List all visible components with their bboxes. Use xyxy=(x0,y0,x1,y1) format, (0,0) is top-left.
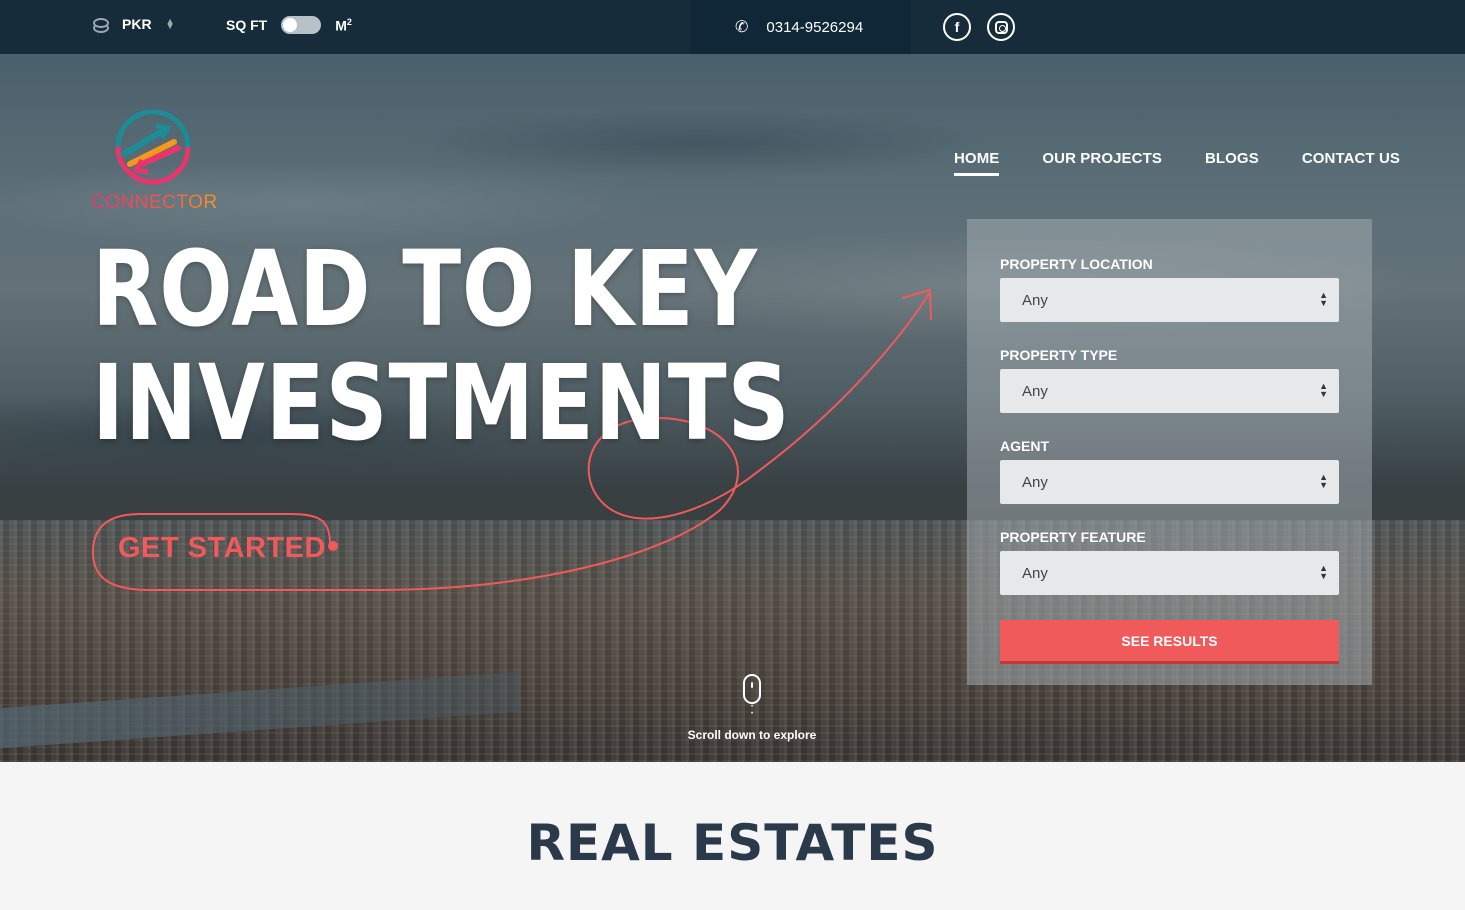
unit-m2-label: M2 xyxy=(335,16,352,34)
social-links: f xyxy=(943,13,1015,41)
hero-headline: ROAD TO KEY INVESTMENTS xyxy=(92,232,790,460)
property-type-value: Any xyxy=(1022,382,1048,400)
unit-switcher: SQ FT M2 xyxy=(226,16,352,34)
see-results-button[interactable]: SEE RESULTS xyxy=(1000,620,1339,664)
headline-line-2: INVESTMENTS xyxy=(92,342,791,464)
nav-home[interactable]: HOME xyxy=(954,150,1000,176)
property-feature-label: PROPERTY FEATURE xyxy=(1000,529,1146,545)
phone-block[interactable]: ✆ 0314-9526294 xyxy=(691,0,911,54)
property-location-select[interactable]: Any ▲ ▼ xyxy=(1000,278,1339,322)
select-caret-icon: ▲ ▼ xyxy=(1319,472,1328,490)
property-type-label: PROPERTY TYPE xyxy=(1000,347,1118,363)
property-type-select[interactable]: Any ▲ ▼ xyxy=(1000,369,1339,413)
select-caret-icon: ▲ ▼ xyxy=(1319,563,1328,581)
currency-selector[interactable]: PKR ▲ ▼ xyxy=(92,16,175,33)
main-nav: HOME OUR PROJECTS BLOGS CONTACT US xyxy=(954,150,1400,176)
section-title: REAL ESTATES xyxy=(526,814,939,872)
phone-icon: ✆ xyxy=(735,19,749,36)
select-caret-icon: ▲ ▼ xyxy=(1319,290,1328,308)
select-caret-icon: ▲ ▼ xyxy=(1319,381,1328,399)
nav-contact-us[interactable]: CONTACT US xyxy=(1302,150,1400,176)
property-search-panel: PROPERTY LOCATION Any ▲ ▼ PROPERTY TYPE A… xyxy=(967,219,1372,685)
top-bar: PKR ▲ ▼ SQ FT M2 ✆ 0314-9526294 f xyxy=(0,0,1465,54)
property-location-label: PROPERTY LOCATION xyxy=(1000,256,1153,272)
nav-our-projects[interactable]: OUR PROJECTS xyxy=(1042,150,1162,176)
sort-updown-icon: ▲ ▼ xyxy=(165,16,175,31)
unit-toggle[interactable] xyxy=(281,16,322,34)
agent-value: Any xyxy=(1022,473,1048,491)
instagram-icon[interactable] xyxy=(987,13,1015,41)
scroll-dots: • • xyxy=(750,704,754,717)
phone-number: 0314-9526294 xyxy=(766,18,864,36)
logo-mark-icon xyxy=(115,109,191,185)
headline-line-1: ROAD TO KEY xyxy=(92,228,758,350)
agent-label: AGENT xyxy=(1000,438,1049,454)
scroll-text: Scroll down to explore xyxy=(687,728,817,742)
currency-label: PKR xyxy=(122,16,152,32)
logo-text: CONNECTOR xyxy=(91,192,218,213)
mouse-icon xyxy=(743,674,761,704)
get-started-button[interactable]: GET STARTED xyxy=(118,532,326,565)
coins-icon xyxy=(92,16,109,33)
brand-logo[interactable]: CONNECTOR xyxy=(90,108,217,214)
property-feature-value: Any xyxy=(1022,564,1048,582)
agent-select[interactable]: Any ▲ ▼ xyxy=(1000,460,1339,504)
facebook-icon[interactable]: f xyxy=(943,13,971,41)
scroll-hint[interactable]: • • Scroll down to explore xyxy=(672,674,832,742)
nav-blogs[interactable]: BLOGS xyxy=(1205,150,1259,176)
property-location-value: Any xyxy=(1022,291,1048,309)
property-feature-select[interactable]: Any ▲ ▼ xyxy=(1000,551,1339,595)
unit-sqft-label: SQ FT xyxy=(226,17,268,33)
